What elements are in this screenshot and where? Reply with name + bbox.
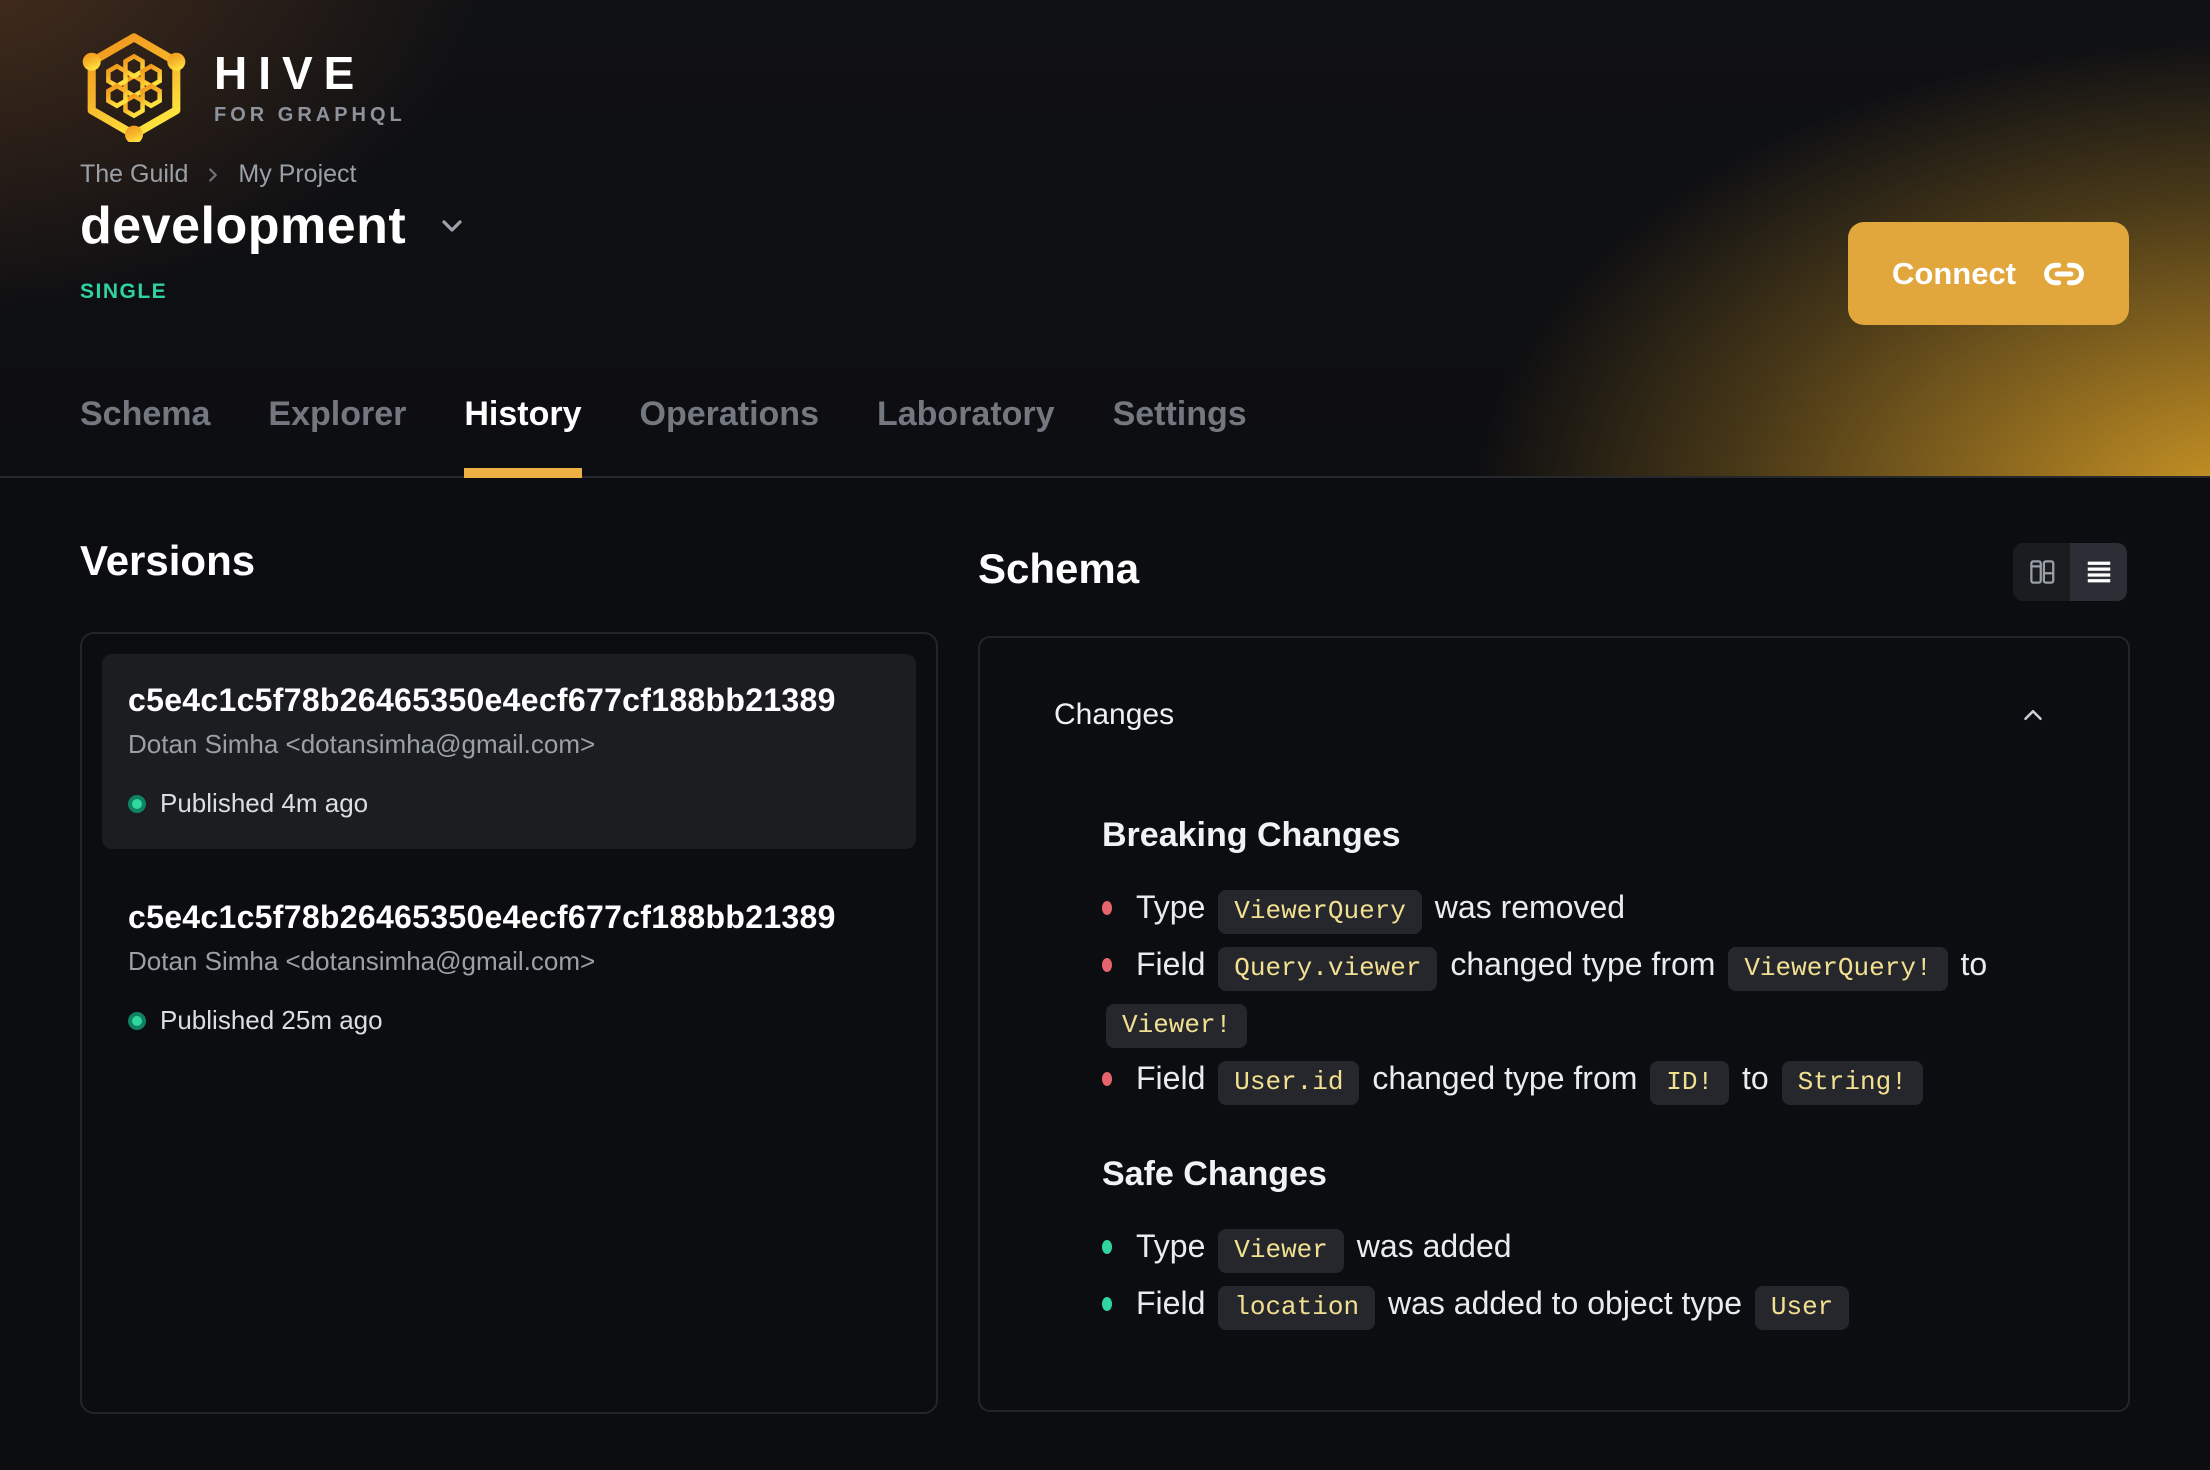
chevron-up-icon bbox=[2024, 710, 2042, 720]
link-icon bbox=[2044, 262, 2084, 285]
schema-coordinate-chip: ViewerQuery! bbox=[1728, 947, 1948, 991]
target-selector[interactable]: development bbox=[80, 196, 468, 256]
changes-collapse-toggle[interactable]: Changes bbox=[1054, 698, 2048, 732]
target-type-badge: SINGLE bbox=[80, 280, 168, 303]
brand[interactable]: HIVE FOR GRAPHQL bbox=[80, 30, 406, 142]
tab-schema[interactable]: Schema bbox=[80, 395, 210, 478]
schema-coordinate-chip: location bbox=[1218, 1286, 1376, 1330]
changes-panel: Changes Breaking Changes Type ViewerQuery… bbox=[978, 636, 2130, 1412]
tab-history[interactable]: History bbox=[464, 395, 582, 478]
columns-view-button[interactable] bbox=[2013, 543, 2070, 601]
changes-group-title: Breaking Changes bbox=[1102, 816, 1401, 854]
versions-title: Versions bbox=[80, 537, 256, 584]
version-card[interactable]: c5e4c1c5f78b26465350e4ecf677cf188bb21389… bbox=[102, 871, 916, 1066]
schema-title: Schema bbox=[978, 545, 1140, 592]
change-item: Type ViewerQuery was removed bbox=[1102, 881, 2064, 938]
breadcrumb-project[interactable]: My Project bbox=[238, 160, 356, 189]
chevron-down-icon bbox=[442, 220, 462, 232]
connect-label: Connect bbox=[1892, 255, 2016, 291]
list-view-icon bbox=[2087, 561, 2110, 583]
change-item: Field Query.viewer changed type from Vie… bbox=[1102, 938, 2064, 1052]
schema-coordinate-chip: Viewer! bbox=[1106, 1004, 1248, 1048]
change-item: Field location was added to object type … bbox=[1102, 1277, 2064, 1334]
safe-change-list: Type Viewer was added Field location was … bbox=[1102, 1220, 2064, 1334]
version-author: Dotan Simha <dotansimha@gmail.com> bbox=[128, 729, 596, 759]
version-status-text: Published 4m ago bbox=[160, 788, 369, 818]
hive-logo-icon bbox=[82, 33, 186, 142]
version-status-text: Published 25m ago bbox=[160, 1005, 383, 1035]
brand-tagline: FOR GRAPHQL bbox=[214, 103, 406, 126]
changes-title: Changes bbox=[1054, 698, 1175, 731]
tab-bar: Schema Explorer History Operations Laborator… bbox=[80, 395, 1247, 478]
schema-coordinate-chip: Viewer bbox=[1218, 1229, 1344, 1273]
changes-group-title: Safe Changes bbox=[1102, 1155, 1327, 1193]
list-view-button[interactable] bbox=[2070, 543, 2127, 601]
connect-button[interactable]: Connect bbox=[1848, 222, 2129, 325]
schema-coordinate-chip: ID! bbox=[1650, 1061, 1730, 1105]
version-author: Dotan Simha <dotansimha@gmail.com> bbox=[128, 946, 596, 976]
schema-coordinate-chip: User bbox=[1754, 1286, 1850, 1330]
tab-laboratory[interactable]: Laboratory bbox=[877, 395, 1055, 478]
changes-body: Breaking Changes Type ViewerQuery was rem… bbox=[980, 816, 2128, 1334]
tab-settings[interactable]: Settings bbox=[1113, 395, 1247, 478]
view-toggle bbox=[2013, 543, 2127, 601]
version-hash: c5e4c1c5f78b26465350e4ecf677cf188bb21389 bbox=[128, 682, 836, 718]
breadcrumb: The Guild My Project bbox=[80, 160, 356, 189]
brand-text: HIVE FOR GRAPHQL bbox=[214, 46, 406, 127]
version-card[interactable]: c5e4c1c5f78b26465350e4ecf677cf188bb21389… bbox=[102, 654, 916, 849]
versions-list: c5e4c1c5f78b26465350e4ecf677cf188bb21389… bbox=[80, 632, 938, 1414]
header: HIVE FOR GRAPHQL The Guild My Project de… bbox=[0, 0, 2210, 478]
published-dot-icon bbox=[128, 794, 146, 813]
schema-coordinate-chip: Query.viewer bbox=[1218, 947, 1438, 991]
columns-view-icon bbox=[2029, 560, 2054, 584]
tab-explorer[interactable]: Explorer bbox=[268, 395, 406, 478]
breaking-change-list: Type ViewerQuery was removed Field Query.… bbox=[1102, 881, 2064, 1109]
breadcrumb-org[interactable]: The Guild bbox=[80, 160, 188, 189]
change-item: Type Viewer was added bbox=[1102, 1220, 2064, 1277]
version-status: Published 4m ago bbox=[128, 788, 890, 819]
schema-coordinate-chip: String! bbox=[1781, 1061, 1923, 1105]
published-dot-icon bbox=[128, 1011, 146, 1030]
chevron-right-icon bbox=[209, 167, 218, 182]
tab-operations[interactable]: Operations bbox=[640, 395, 819, 478]
brand-name: HIVE bbox=[214, 46, 366, 99]
app-root: HIVE FOR GRAPHQL The Guild My Project de… bbox=[0, 0, 2210, 1470]
version-hash: c5e4c1c5f78b26465350e4ecf677cf188bb21389 bbox=[128, 899, 836, 935]
change-item: Field User.id changed type from ID! to S… bbox=[1102, 1052, 2064, 1109]
version-status: Published 25m ago bbox=[128, 1005, 890, 1036]
page-title: development bbox=[80, 197, 407, 255]
schema-coordinate-chip: User.id bbox=[1218, 1061, 1360, 1105]
schema-coordinate-chip: ViewerQuery bbox=[1218, 890, 1422, 934]
